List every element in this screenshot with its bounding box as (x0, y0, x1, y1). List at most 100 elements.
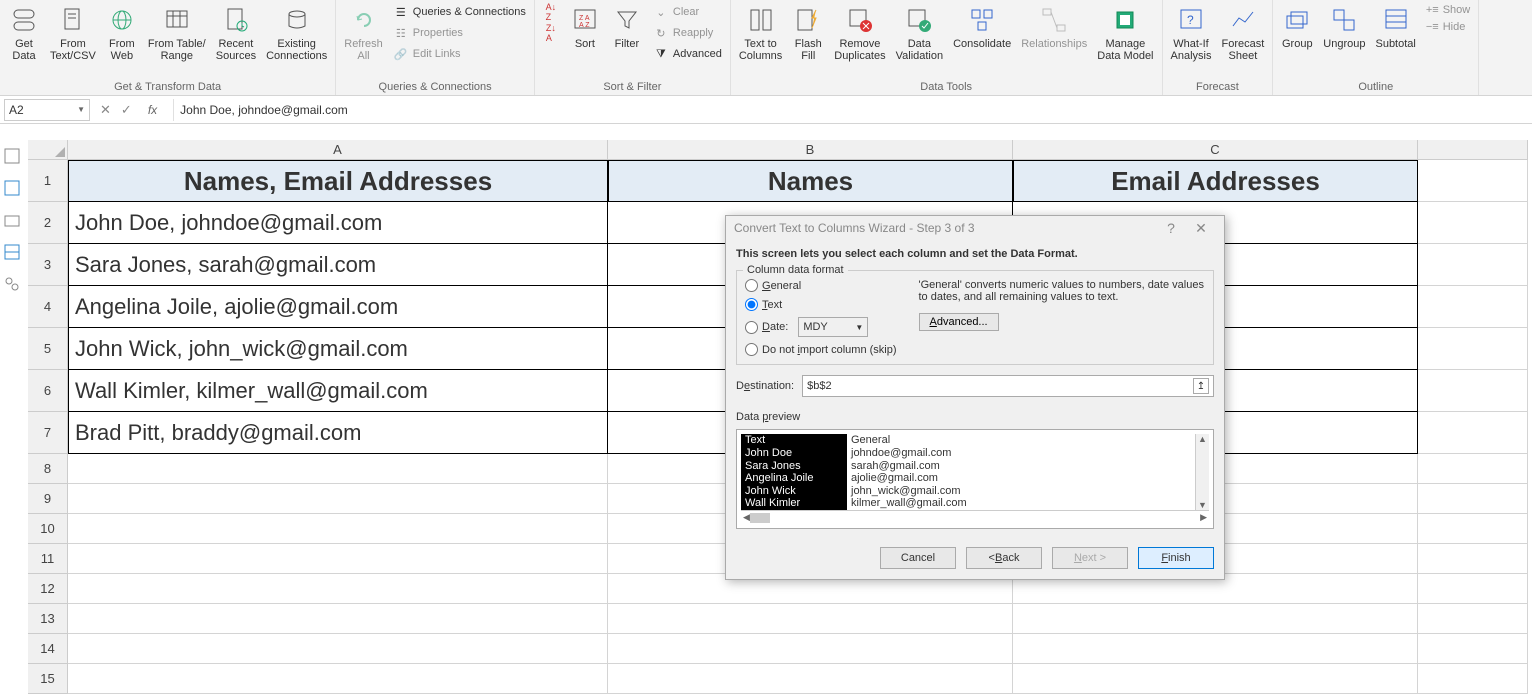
radio-general[interactable]: General (745, 279, 897, 292)
cell-A6[interactable]: Wall Kimler, kilmer_wall@gmail.com (68, 370, 608, 412)
side-icon-4[interactable] (4, 244, 20, 260)
row-header-14[interactable]: 14 (28, 634, 68, 664)
cell-A13[interactable] (68, 604, 608, 634)
cell-D9[interactable] (1418, 484, 1528, 514)
row-header-3[interactable]: 3 (28, 244, 68, 286)
row-header-11[interactable]: 11 (28, 544, 68, 574)
cell-D2[interactable] (1418, 202, 1528, 244)
ungroup-button[interactable]: Ungroup (1319, 2, 1369, 52)
edit-links-button[interactable]: 🔗Edit Links (389, 44, 530, 64)
cell-D15[interactable] (1418, 664, 1528, 694)
side-icon-2[interactable] (4, 180, 20, 196)
cell-D10[interactable] (1418, 514, 1528, 544)
remove-duplicates-button[interactable]: Remove Duplicates (830, 2, 889, 64)
row-header-10[interactable]: 10 (28, 514, 68, 544)
group-button[interactable]: Group (1277, 2, 1317, 52)
relationships-button[interactable]: Relationships (1017, 2, 1091, 52)
cell-A15[interactable] (68, 664, 608, 694)
queries-conn-button[interactable]: ☰Queries & Connections (389, 2, 530, 22)
text-to-columns-button[interactable]: Text to Columns (735, 2, 786, 64)
cell-C15[interactable] (1013, 664, 1418, 694)
radio-date[interactable]: Date: MDY▼ (745, 317, 897, 337)
flash-fill-button[interactable]: Flash Fill (788, 2, 828, 64)
radio-text[interactable]: Text (745, 298, 897, 311)
row-header-13[interactable]: 13 (28, 604, 68, 634)
cell-A1[interactable]: Names, Email Addresses (68, 160, 608, 202)
row-header-12[interactable]: 12 (28, 574, 68, 604)
row-header-1[interactable]: 1 (28, 160, 68, 202)
cell-A9[interactable] (68, 484, 608, 514)
cell-C14[interactable] (1013, 634, 1418, 664)
side-icon-1[interactable] (4, 148, 20, 164)
cell-A2[interactable]: John Doe, johndoe@gmail.com (68, 202, 608, 244)
column-header-C[interactable]: C (1013, 140, 1418, 160)
row-header-5[interactable]: 5 (28, 328, 68, 370)
cell-D6[interactable] (1418, 370, 1528, 412)
cell-D8[interactable] (1418, 454, 1528, 484)
cell-B15[interactable] (608, 664, 1013, 694)
cell-D5[interactable] (1418, 328, 1528, 370)
destination-input[interactable]: $b$2 ↥ (802, 375, 1214, 397)
cell-D11[interactable] (1418, 544, 1528, 574)
fx-icon[interactable]: fx (142, 103, 163, 117)
filter-button[interactable]: Filter (607, 2, 647, 52)
get-data-button[interactable]: Get Data (4, 2, 44, 64)
forecast-sheet-button[interactable]: Forecast Sheet (1217, 2, 1268, 64)
preview-column-1[interactable]: Text John Doe Sara Jones Angelina Joile … (741, 434, 847, 510)
clear-button[interactable]: ⌄Clear (649, 2, 726, 22)
from-textcsv-button[interactable]: From Text/CSV (46, 2, 100, 64)
existing-conn-button[interactable]: Existing Connections (262, 2, 331, 64)
advanced-button[interactable]: ⧩Advanced (649, 44, 726, 64)
side-icon-5[interactable] (4, 276, 20, 292)
advanced-button[interactable]: Advanced... (919, 313, 999, 331)
cell-B13[interactable] (608, 604, 1013, 634)
cell-B1[interactable]: Names (608, 160, 1013, 202)
sort-az-button[interactable]: A↓Z (539, 2, 563, 22)
preview-column-2[interactable]: General johndoe@gmail.com sarah@gmail.co… (847, 434, 1195, 510)
cell-C13[interactable] (1013, 604, 1418, 634)
column-header-B[interactable]: B (608, 140, 1013, 160)
cancel-formula-icon[interactable]: ✕ (100, 102, 111, 118)
cell-A11[interactable] (68, 544, 608, 574)
show-detail-button[interactable]: +≡Show (1422, 2, 1474, 18)
whatif-button[interactable]: ? What-If Analysis (1167, 2, 1216, 64)
cell-B14[interactable] (608, 634, 1013, 664)
cell-C1[interactable]: Email Addresses (1013, 160, 1418, 202)
row-header-7[interactable]: 7 (28, 412, 68, 454)
cell-A8[interactable] (68, 454, 608, 484)
recent-sources-button[interactable]: Recent Sources (212, 2, 260, 64)
data-validation-button[interactable]: Data Validation (892, 2, 948, 64)
date-format-select[interactable]: MDY▼ (798, 317, 868, 337)
finish-button[interactable]: Finish (1138, 547, 1214, 569)
cell-D3[interactable] (1418, 244, 1528, 286)
row-header-2[interactable]: 2 (28, 202, 68, 244)
close-icon[interactable]: ✕ (1186, 220, 1216, 237)
consolidate-button[interactable]: Consolidate (949, 2, 1015, 52)
row-header-15[interactable]: 15 (28, 664, 68, 694)
cell-D4[interactable] (1418, 286, 1528, 328)
select-all-corner[interactable] (28, 140, 68, 160)
cell-D7[interactable] (1418, 412, 1528, 454)
properties-button[interactable]: ☷Properties (389, 23, 530, 43)
back-button[interactable]: < Back (966, 547, 1042, 569)
row-header-4[interactable]: 4 (28, 286, 68, 328)
cell-D13[interactable] (1418, 604, 1528, 634)
preview-hscroll[interactable]: ◀▶ (741, 510, 1209, 524)
cell-D14[interactable] (1418, 634, 1528, 664)
refresh-all-button[interactable]: Refresh All (340, 2, 387, 64)
cancel-button[interactable]: Cancel (880, 547, 956, 569)
cell-D12[interactable] (1418, 574, 1528, 604)
name-box[interactable]: A2 ▼ (4, 99, 90, 121)
cell-A5[interactable]: John Wick, john_wick@gmail.com (68, 328, 608, 370)
enter-formula-icon[interactable]: ✓ (121, 102, 132, 118)
cell-A14[interactable] (68, 634, 608, 664)
from-table-button[interactable]: From Table/ Range (144, 2, 210, 64)
column-header-D[interactable] (1418, 140, 1528, 160)
subtotal-button[interactable]: Subtotal (1371, 2, 1419, 52)
cell-A4[interactable]: Angelina Joile, ajolie@gmail.com (68, 286, 608, 328)
row-header-8[interactable]: 8 (28, 454, 68, 484)
next-button[interactable]: Next > (1052, 547, 1128, 569)
radio-skip[interactable]: Do not import column (skip) (745, 343, 897, 356)
formula-input[interactable]: John Doe, johndoe@gmail.com (173, 99, 1532, 121)
column-header-A[interactable]: A (68, 140, 608, 160)
